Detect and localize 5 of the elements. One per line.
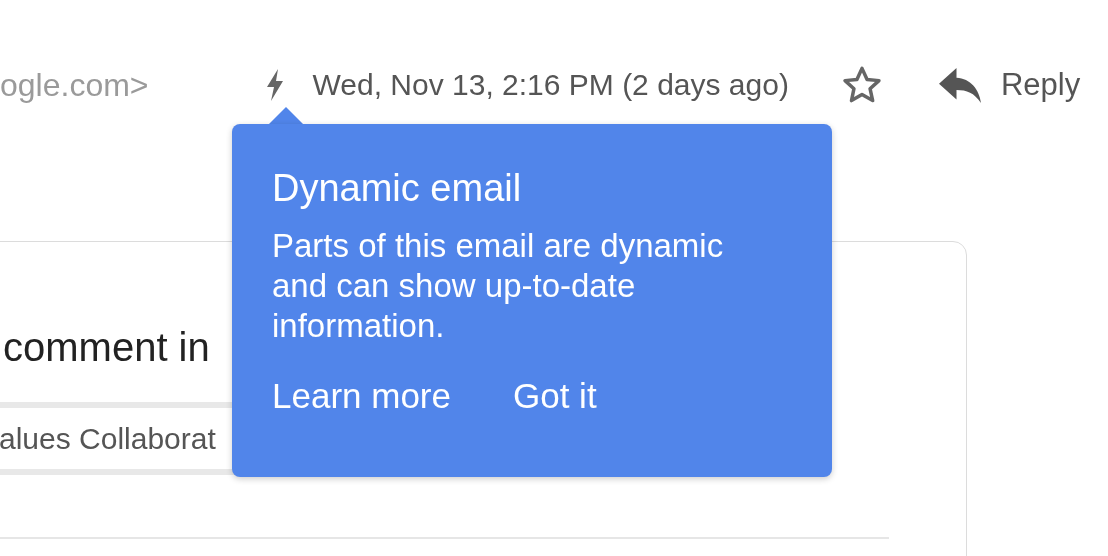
message-heading: comment in	[2, 324, 210, 370]
sender-address: ogle.com>	[0, 66, 149, 104]
tooltip-title: Dynamic email	[272, 168, 523, 208]
email-date: Wed, Nov 13, 2:16 PM (2 days ago)	[312, 68, 789, 102]
tooltip-text: Parts of this email are dynamic and can show up-to-date information.	[272, 226, 725, 346]
